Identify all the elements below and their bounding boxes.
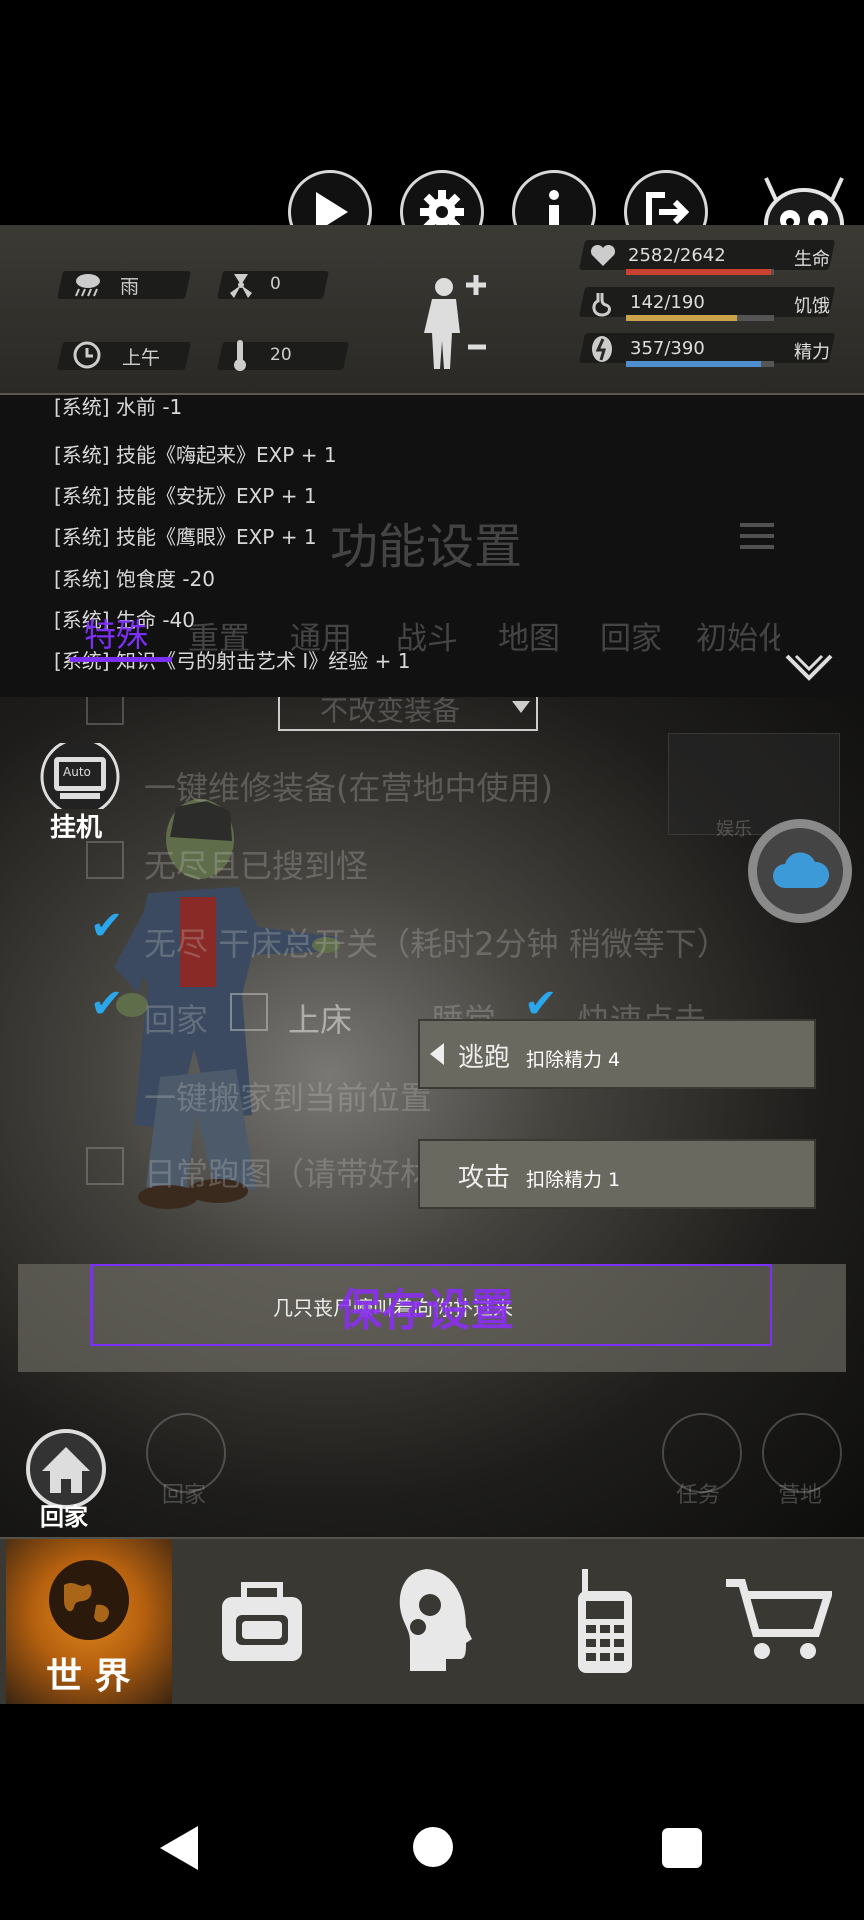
radiation-value: 0 <box>270 274 281 294</box>
body-figure-icon[interactable] <box>414 275 494 375</box>
backpack-icon <box>222 1582 302 1661</box>
faint-home-label: 回家 <box>162 1483 207 1508</box>
attack-action[interactable]: 攻击 扣除精力 1 <box>418 1139 816 1209</box>
game-screen: 启动 设置 说明 退出 雨 0 上午 <box>0 0 864 1920</box>
log-line: [系统] 水前 -1 <box>54 395 183 419</box>
triangle-left-icon <box>430 1043 444 1065</box>
head-gears-icon <box>399 1569 472 1671</box>
clock-icon <box>73 341 101 369</box>
log-line: [系统] 技能《嗨起来》EXP + 1 <box>54 443 337 467</box>
option-endless-found[interactable]: 无尽且已搜到怪 <box>144 841 368 887</box>
flee-action[interactable]: 逃跑 扣除精力 4 <box>418 1019 816 1089</box>
energy-icon <box>592 336 612 362</box>
option-checkbox[interactable] <box>86 1147 124 1185</box>
option-checkbox[interactable] <box>230 993 268 1031</box>
health-label: 生命 <box>794 249 830 270</box>
bottom-navigation: 世 界 <box>0 1537 864 1704</box>
time-of-day: 上午 <box>122 347 161 369</box>
stamina-label: 精力 <box>794 342 830 363</box>
thermometer-icon <box>234 340 246 371</box>
tab-init[interactable]: 初始化 <box>696 613 780 658</box>
home-button[interactable]: 回家 <box>24 1427 114 1531</box>
attack-label: 攻击 <box>458 1163 511 1193</box>
checked-icon[interactable]: ✔ <box>90 903 124 949</box>
auto-button[interactable]: Auto 挂机 <box>38 737 122 843</box>
option-move-home[interactable]: 一键搬家到当前位置 <box>144 1073 432 1119</box>
globe-icon <box>49 1560 129 1640</box>
health-bar <box>626 269 771 275</box>
stomach-icon <box>592 293 611 317</box>
recents-icon[interactable] <box>662 1828 702 1868</box>
heart-icon <box>590 245 616 266</box>
dialog-title: 功能设置 <box>330 519 523 575</box>
cloud-sync-button[interactable] <box>748 819 852 923</box>
world-label: 世 界 <box>46 1656 131 1697</box>
stamina-value: 357/390 <box>630 338 705 359</box>
radiation-icon <box>230 274 252 298</box>
option-checkbox[interactable] <box>86 697 124 725</box>
save-settings-label: 保存设置 <box>338 1285 514 1336</box>
world-tab[interactable]: 世 界 <box>6 1539 172 1704</box>
tab-special[interactable]: 特殊 <box>84 610 148 656</box>
option-go-home[interactable]: 回家 <box>144 995 208 1041</box>
system-navigation <box>0 1780 864 1920</box>
option-endless-bed[interactable]: 无尽 干床总开关（耗时2分钟 稍微等下） <box>144 919 729 965</box>
backpack-tab[interactable] <box>178 1539 344 1704</box>
hunger-label: 饥饿 <box>794 296 830 317</box>
status-bar: 雨 0 上午 20 2582/2642 生命 142/190 饥饿 357/39… <box>0 225 864 395</box>
log-line: [系统] 技能《安抚》EXP + 1 <box>54 484 317 508</box>
shop-tab[interactable] <box>694 1539 860 1704</box>
faint-mission-label: 任务 <box>676 1483 721 1508</box>
radio-tab[interactable] <box>522 1539 688 1704</box>
save-settings-button[interactable]: 几只丧尸嚎叫着向你扑过来 保存设置 <box>90 1264 772 1346</box>
checked-icon[interactable]: ✔ <box>90 981 124 1027</box>
log-line: [系统] 技能《鹰眼》EXP + 1 <box>54 525 317 549</box>
tab-map[interactable]: 地图 <box>498 613 560 658</box>
cloud-icon <box>773 852 829 888</box>
option-bed[interactable]: 上床 <box>288 995 352 1041</box>
equipment-dropdown[interactable]: 不改变装备 <box>278 697 538 731</box>
walkie-talkie-icon <box>578 1569 632 1673</box>
tab-reset[interactable]: 重置 <box>188 613 250 658</box>
temperature-value: 20 <box>270 345 292 365</box>
dropdown-arrow-icon <box>512 701 530 713</box>
entertainment-label: 娱乐 <box>716 819 752 840</box>
health-value: 2582/2642 <box>628 245 726 266</box>
tab-combat[interactable]: 战斗 <box>396 613 458 658</box>
hunger-bar <box>626 315 737 321</box>
home-label: 回家 <box>40 1503 88 1531</box>
auto-label: 挂机 <box>50 813 103 843</box>
rain-icon <box>75 274 100 297</box>
skills-tab[interactable] <box>350 1539 516 1704</box>
stamina-bar <box>626 361 762 367</box>
dropdown-value: 不改变装备 <box>320 697 461 727</box>
hunger-value: 142/190 <box>630 292 705 313</box>
tab-general[interactable]: 通用 <box>290 613 352 658</box>
faint-camp-label: 营地 <box>778 1483 823 1508</box>
tab-underline <box>70 657 172 662</box>
home-nav-icon[interactable] <box>412 1826 454 1868</box>
menu-icon[interactable] <box>738 521 776 551</box>
encounter-scene: 娱乐 不改变装备 一键维修装备(在营地中使用) 无尽且已搜到怪 ✔ 无尽 干床总… <box>0 697 864 1537</box>
flee-label: 逃跑 <box>458 1043 511 1073</box>
option-checkbox[interactable] <box>86 841 124 879</box>
tab-home[interactable]: 回家 <box>600 613 662 658</box>
option-repair-equipment[interactable]: 一键维修装备(在营地中使用) <box>144 763 553 809</box>
flee-cost: 扣除精力 4 <box>526 1049 621 1071</box>
back-icon[interactable] <box>160 1826 200 1870</box>
shopping-cart-icon <box>726 1579 832 1659</box>
message-log[interactable]: [系统] 水前 -1 [系统] 技能《嗨起来》EXP + 1 [系统] 技能《安… <box>0 395 864 697</box>
collapse-chevron-icon[interactable] <box>784 653 834 681</box>
log-line: [系统] 饱食度 -20 <box>54 567 215 591</box>
attack-cost: 扣除精力 1 <box>526 1169 621 1191</box>
weather-condition: 雨 <box>120 276 140 298</box>
